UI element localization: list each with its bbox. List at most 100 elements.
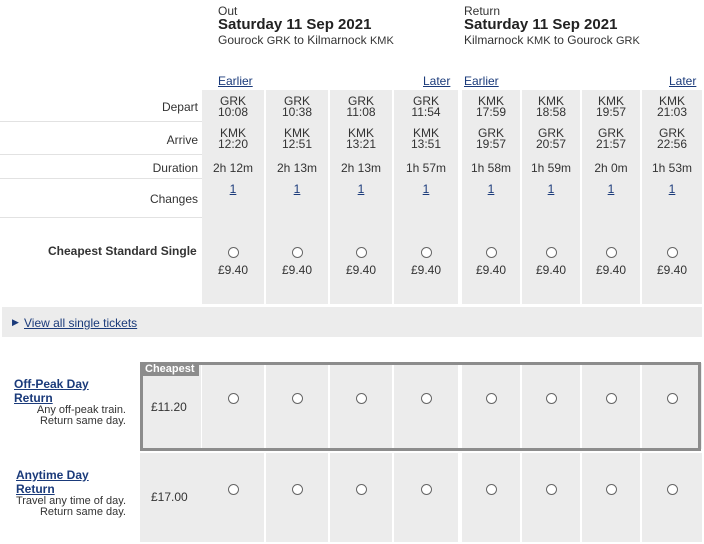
single-fare-price: £9.40 [281, 263, 313, 277]
single-fare-price: £9.40 [345, 263, 377, 277]
anytime-return-radio[interactable] [228, 484, 239, 495]
off-peak-return-cell [462, 363, 520, 449]
return-later-link[interactable]: Later [669, 74, 696, 88]
arrive-time: 21:57 [595, 137, 627, 151]
return-from: Kilmarnock [464, 33, 524, 47]
changes-count[interactable]: 1 [669, 182, 676, 196]
out-from-code: GRK [266, 35, 291, 47]
journey-duration: 1h 58m [470, 161, 512, 175]
off-peak-return-radio[interactable] [486, 393, 497, 404]
expand-arrow-icon[interactable]: ▶ [12, 317, 19, 328]
anytime-return-radio[interactable] [606, 484, 617, 495]
anytime-return-cell [522, 453, 580, 542]
changes-count[interactable]: 1 [358, 182, 365, 196]
anytime-return-link[interactable]: Anytime Day Return [4, 468, 126, 496]
journey-column: KMK 21:03 GRK 22:56 1h 53m 1 £9.40 [642, 90, 702, 304]
arrive-row-label: Arrive [166, 133, 198, 147]
single-fare-price: £9.40 [595, 263, 627, 277]
changes-count[interactable]: 1 [230, 182, 237, 196]
arrive-time: 22:56 [656, 137, 688, 151]
single-fare-radio[interactable] [546, 247, 557, 258]
depart-time: 10:08 [217, 105, 249, 119]
changes-link[interactable]: 1 [330, 183, 392, 195]
changes-link[interactable]: 1 [582, 183, 640, 195]
anytime-desc2: Return same day. [39, 506, 126, 518]
return-to: Gourock [567, 33, 613, 47]
changes-link[interactable]: 1 [202, 183, 264, 195]
return-to-code: GRK [615, 35, 640, 47]
journey-duration: 2h 13m [276, 161, 318, 175]
changes-link[interactable]: 1 [642, 183, 702, 195]
row-divider [0, 178, 202, 179]
single-fare-price: £9.40 [410, 263, 442, 277]
anytime-return-cell [582, 453, 640, 542]
off-peak-return-radio[interactable] [292, 393, 303, 404]
anytime-return-radio[interactable] [486, 484, 497, 495]
changes-link[interactable]: 1 [462, 183, 520, 195]
cheapest-badge: Cheapest [141, 363, 199, 376]
arrive-time: 12:20 [217, 137, 249, 151]
off-peak-return-cell [266, 363, 328, 449]
off-peak-return-radio[interactable] [606, 393, 617, 404]
off-peak-desc2: Return same day. [39, 415, 126, 427]
out-earlier-link[interactable]: Earlier [218, 74, 253, 88]
return-earlier-link[interactable]: Earlier [464, 74, 499, 88]
off-peak-return-radio[interactable] [546, 393, 557, 404]
changes-count[interactable]: 1 [488, 182, 495, 196]
ticket-row-anytime: Anytime Day Return Travel any time of da… [4, 468, 126, 518]
off-peak-return-cell [582, 363, 640, 449]
anytime-return-cell [462, 453, 520, 542]
row-divider [0, 121, 202, 122]
return-route: Kilmarnock KMK to Gourock GRK [464, 33, 640, 47]
duration-row-label: Duration [152, 161, 198, 175]
return-from-code: KMK [526, 35, 551, 47]
single-fare-radio[interactable] [421, 247, 432, 258]
journey-duration: 1h 57m [405, 161, 447, 175]
single-fare-price: £9.40 [656, 263, 688, 277]
anytime-return-radio[interactable] [667, 484, 678, 495]
off-peak-return-radio[interactable] [356, 393, 367, 404]
anytime-return-radio[interactable] [421, 484, 432, 495]
single-fare-radio[interactable] [228, 247, 239, 258]
depart-time: 19:57 [595, 105, 627, 119]
journey-column: GRK 10:08 KMK 12:20 2h 12m 1 £9.40 [202, 90, 264, 304]
single-fare-radio[interactable] [606, 247, 617, 258]
changes-count[interactable]: 1 [294, 182, 301, 196]
off-peak-return-cell [394, 363, 458, 449]
depart-time: 11:08 [346, 105, 376, 119]
out-later-link[interactable]: Later [423, 74, 450, 88]
off-peak-return-cell [330, 363, 392, 449]
off-peak-return-radio[interactable] [421, 393, 432, 404]
anytime-return-cell [202, 453, 264, 542]
single-fare-radio[interactable] [356, 247, 367, 258]
anytime-return-radio[interactable] [292, 484, 303, 495]
anytime-return-radio[interactable] [356, 484, 367, 495]
changes-count[interactable]: 1 [608, 182, 615, 196]
changes-count[interactable]: 1 [548, 182, 555, 196]
off-peak-return-radio[interactable] [667, 393, 678, 404]
depart-time: 18:58 [535, 105, 567, 119]
changes-link[interactable]: 1 [522, 183, 580, 195]
single-fare-radio[interactable] [292, 247, 303, 258]
anytime-return-cell [642, 453, 702, 542]
single-fare-price: £9.40 [475, 263, 507, 277]
single-fare-radio[interactable] [667, 247, 678, 258]
off-peak-return-cell [522, 363, 580, 449]
off-peak-return-link[interactable]: Off-Peak Day Return [14, 377, 126, 405]
ticket-row-off-peak: Off-Peak Day Return Any off-peak train. … [14, 377, 126, 427]
arrive-time: 13:21 [345, 137, 377, 151]
view-all-single-tickets-link[interactable]: View all single tickets [24, 316, 137, 330]
out-to-word: to [293, 33, 304, 47]
off-peak-price: £11.20 [151, 400, 187, 414]
changes-link[interactable]: 1 [266, 183, 328, 195]
anytime-return-radio[interactable] [546, 484, 557, 495]
row-divider [0, 154, 202, 155]
changes-count[interactable]: 1 [423, 182, 430, 196]
off-peak-return-radio[interactable] [228, 393, 239, 404]
depart-time: 21:03 [656, 105, 688, 119]
out-to: Kilmarnock [307, 33, 367, 47]
depart-row-label: Depart [161, 100, 198, 114]
changes-link[interactable]: 1 [394, 183, 458, 195]
single-fare-radio[interactable] [486, 247, 497, 258]
journey-duration: 1h 53m [651, 161, 693, 175]
